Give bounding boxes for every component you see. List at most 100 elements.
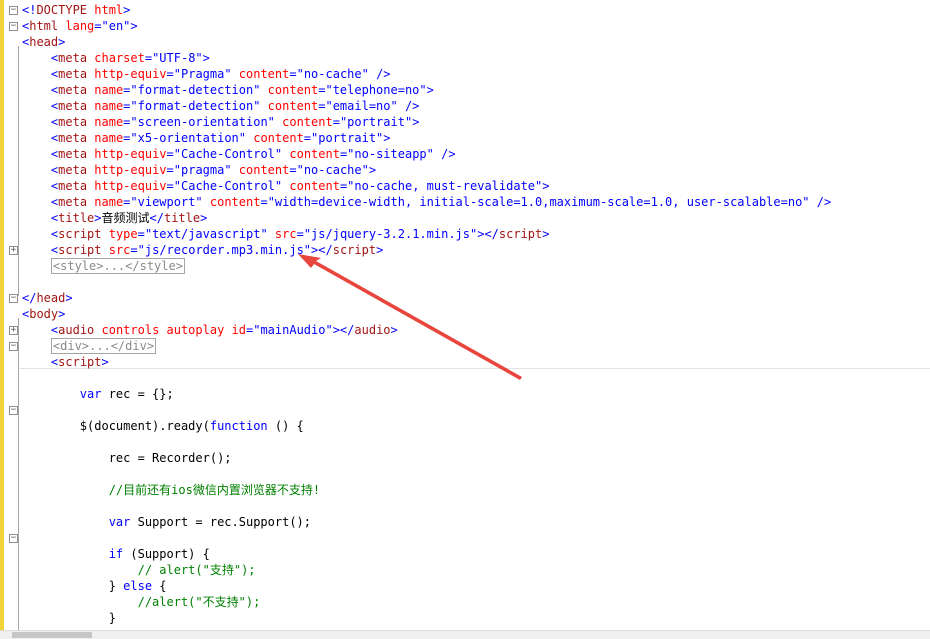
code-line[interactable]: <!DOCTYPE html>	[22, 2, 130, 18]
code-token: =	[137, 227, 145, 241]
code-token: >	[58, 35, 66, 49]
code-line[interactable]: if (Support) {	[22, 546, 210, 562]
code-token: type	[101, 227, 138, 241]
code-line[interactable]: } else {	[22, 578, 167, 594]
code-token: content	[246, 131, 304, 145]
code-token: content	[231, 163, 290, 177]
code-line[interactable]: // alert("支持");	[22, 562, 256, 578]
horizontal-scrollbar[interactable]	[0, 630, 930, 639]
code-token: head	[29, 35, 59, 49]
code-line[interactable]: <script src="js/recorder.mp3.min.js"></s…	[22, 242, 383, 258]
code-token: meta	[58, 67, 88, 81]
collapse-icon[interactable]: −	[9, 406, 18, 415]
code-line[interactable]: <style>...</style>	[22, 258, 185, 274]
code-line[interactable]: <script type="text/javascript" src="js/j…	[22, 226, 550, 242]
code-token: =	[94, 19, 102, 33]
code-line[interactable]: <meta name="screen-orientation" content=…	[22, 114, 420, 130]
collapse-icon[interactable]: −	[9, 294, 18, 303]
code-editor[interactable]: − − + − + − − − <!DOCTYPE html> <html lang="en">…	[0, 0, 930, 630]
expand-icon[interactable]: +	[9, 326, 18, 335]
code-token: http-equiv	[87, 67, 167, 81]
code-token: src	[101, 243, 131, 257]
code-token: "format-detection"	[130, 83, 261, 97]
code-token: DOCTYPE	[36, 3, 88, 17]
code-line[interactable]: <meta http-equiv="pragma" content="no-ca…	[22, 162, 376, 178]
code-token: meta	[58, 195, 88, 209]
code-token: "width=device-width, initial-scale=1.0,m…	[267, 195, 810, 209]
code-line[interactable]: <meta name="viewport" content="width=dev…	[22, 194, 831, 210]
collapse-icon[interactable]: −	[9, 534, 18, 543]
fold-guide-body	[18, 318, 19, 630]
code-token: =	[166, 179, 174, 193]
code-token: meta	[58, 83, 88, 97]
code-line[interactable]: <html lang="en">	[22, 18, 138, 34]
code-token: >	[542, 227, 550, 241]
code-line[interactable]: <script>	[22, 354, 109, 370]
code-token: name	[87, 115, 124, 129]
code-token: content	[231, 67, 290, 81]
code-token: ></	[332, 323, 355, 337]
code-token: content	[282, 179, 340, 193]
code-line[interactable]: var rec = {};	[22, 386, 174, 402]
code-token: "email=no"	[325, 99, 398, 113]
code-line[interactable]: <meta name="x5-orientation" content="por…	[22, 130, 391, 146]
code-line[interactable]: <meta charset="UTF-8">	[22, 50, 210, 66]
collapsed-region[interactable]: <div>...</div>	[50, 338, 157, 354]
code-token: audio	[354, 323, 391, 337]
code-token: meta	[58, 99, 88, 113]
code-token: content	[282, 147, 340, 161]
code-token: name	[87, 195, 124, 209]
code-line[interactable]: rec = Recorder();	[22, 450, 232, 466]
code-token: body	[29, 307, 59, 321]
expand-icon[interactable]: +	[9, 246, 18, 255]
code-token: "Cache-Control"	[173, 179, 283, 193]
code-token: "no-cache, must-revalidate"	[347, 179, 543, 193]
current-line-indicator	[20, 368, 930, 369]
code-line[interactable]: //目前还有ios微信内置浏览器不支持!	[22, 482, 320, 498]
scrollbar-thumb[interactable]	[12, 632, 92, 638]
code-token: audio	[58, 323, 95, 337]
code-token: =	[260, 195, 268, 209]
code-line[interactable]: </head>	[22, 290, 73, 306]
code-line[interactable]: <div>...</div>	[22, 338, 157, 354]
code-token: >	[130, 19, 138, 33]
code-token: else	[123, 579, 153, 593]
code-token: charset	[87, 51, 145, 65]
code-line[interactable]: <title>音频测试</title>	[22, 210, 207, 226]
code-token: 音频测试	[101, 211, 150, 225]
code-line[interactable]: <audio controls autoplay id="mainAudio">…	[22, 322, 398, 338]
collapsed-region[interactable]: <style>...</style>	[50, 258, 185, 274]
code-token: controls autoplay id	[94, 323, 246, 337]
code-line[interactable]: <head>	[22, 34, 65, 50]
code-token: meta	[58, 179, 88, 193]
code-line[interactable]: <body>	[22, 306, 65, 322]
code-line[interactable]: $(document).ready(function () {	[22, 418, 304, 434]
code-line[interactable]: <meta http-equiv="Cache-Control" content…	[22, 146, 456, 162]
code-line[interactable]: }	[22, 610, 116, 626]
code-line[interactable]: <meta name="format-detection" content="t…	[22, 82, 434, 98]
code-token: >	[58, 307, 66, 321]
code-line[interactable]: var Support = rec.Support();	[22, 514, 311, 530]
code-token: script	[498, 227, 543, 241]
code-token: var	[108, 515, 131, 529]
code-line[interactable]: <meta http-equiv="Cache-Control" content…	[22, 178, 550, 194]
code-token: "Pragma"	[173, 67, 232, 81]
code-line[interactable]: <meta http-equiv="Pragma" content="no-ca…	[22, 66, 391, 82]
code-token: "portrait"	[339, 115, 413, 129]
code-line[interactable]: //alert("不支持");	[22, 594, 261, 610]
code-line[interactable]: <meta name="format-detection" content="e…	[22, 98, 420, 114]
code-token: </	[22, 291, 37, 305]
code-token: function	[209, 419, 268, 433]
code-token: >	[542, 179, 550, 193]
code-token: src	[267, 227, 297, 241]
collapse-icon[interactable]: −	[9, 6, 18, 15]
collapse-icon[interactable]: −	[9, 342, 18, 351]
collapse-icon[interactable]: −	[9, 22, 18, 31]
